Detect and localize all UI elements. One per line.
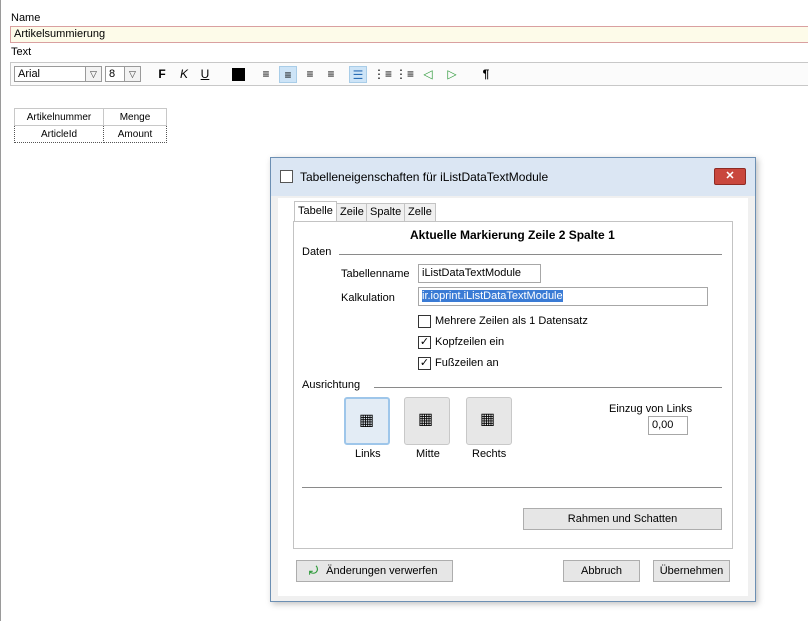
table-name-label: Tabellenname xyxy=(341,268,410,280)
calc-selected-text: ir.ioprint.iListDataTextModule xyxy=(422,290,563,302)
dialog-titlebar[interactable]: Tabelleneigenschaften für iListDataTextM… xyxy=(271,158,755,196)
table-preview[interactable]: Artikelnummer Menge ArticleId Amount xyxy=(14,108,167,143)
numbered-list-icon[interactable]: ⋮≡ xyxy=(395,66,414,83)
align-justify-icon[interactable]: ≡ xyxy=(322,66,340,83)
name-input[interactable]: Artikelsummierung xyxy=(10,26,808,43)
font-name-value: Arial xyxy=(18,68,41,80)
divider xyxy=(302,487,722,488)
indent-icon[interactable]: ▷ xyxy=(443,66,461,83)
calc-input[interactable]: ir.ioprint.iListDataTextModule xyxy=(418,287,708,306)
line-spacing-icon[interactable]: ☰ xyxy=(349,66,367,83)
calc-label: Kalkulation xyxy=(341,292,395,304)
table-row: Artikelnummer Menge xyxy=(14,108,167,126)
apply-button[interactable]: Übernehmen xyxy=(653,560,730,582)
window-border xyxy=(0,0,1,621)
discard-changes-label: Änderungen verwerfen xyxy=(326,565,438,577)
dialog-title: Tabelleneigenschaften für iListDataTextM… xyxy=(300,170,549,184)
section-align-label: Ausrichtung xyxy=(302,379,361,391)
text-toolbar: Arial ▽ 8 ▽ F K U ≡ ≡ ≡ ≡ ☰ ⋮≡ ⋮≡ ◁ ▷ ¶ xyxy=(10,62,808,86)
align-right-label: Rechts xyxy=(472,448,507,460)
border-shadow-button[interactable]: Rahmen und Schatten xyxy=(523,508,722,530)
discard-changes-button[interactable]: ⤾ Änderungen verwerfen xyxy=(296,560,453,582)
close-button[interactable]: ✕ xyxy=(714,168,746,185)
align-left-label: Links xyxy=(355,448,381,460)
cancel-button[interactable]: Abbruch xyxy=(563,560,640,582)
table-properties-dialog: Tabelleneigenschaften für iListDataTextM… xyxy=(270,157,756,602)
chevron-down-icon[interactable]: ▽ xyxy=(85,67,101,81)
current-selection-label: Aktuelle Markierung Zeile 2 Spalte 1 xyxy=(410,228,615,242)
header-rows-checkbox[interactable]: ✓ xyxy=(418,336,431,349)
undo-arrow-icon: ⤾ xyxy=(309,565,319,577)
align-center-label: Mitte xyxy=(416,448,440,460)
bullet-list-icon[interactable]: ⋮≡ xyxy=(373,66,392,83)
italic-button[interactable]: K xyxy=(175,66,193,83)
name-label: Name xyxy=(11,12,41,24)
tab-zeile[interactable]: Zeile xyxy=(336,203,368,221)
divider xyxy=(374,387,722,388)
tab-zelle[interactable]: Zelle xyxy=(404,203,436,221)
chevron-down-icon[interactable]: ▽ xyxy=(124,67,140,81)
paragraph-icon[interactable]: ¶ xyxy=(477,66,495,83)
align-left-icon[interactable]: ≡ xyxy=(257,66,275,83)
table-grid-icon: ▦ xyxy=(418,411,434,428)
outdent-icon[interactable]: ◁ xyxy=(419,66,437,83)
text-label: Text xyxy=(11,46,32,58)
table-row: ArticleId Amount xyxy=(14,125,167,143)
font-size-value: 8 xyxy=(109,68,116,80)
divider xyxy=(339,254,722,255)
section-data-label: Daten xyxy=(302,246,332,258)
table-name-input[interactable]: iListDataTextModule xyxy=(418,264,541,283)
data-cell[interactable]: Amount xyxy=(103,125,167,143)
window-icon xyxy=(280,170,293,183)
align-center-icon[interactable]: ≡ xyxy=(279,66,297,83)
bold-button[interactable]: F xyxy=(153,66,171,83)
footer-rows-checkbox[interactable]: ✓ xyxy=(418,357,431,370)
font-color-button[interactable] xyxy=(229,66,247,83)
footer-rows-label: Fußzeilen an xyxy=(435,357,499,369)
tab-spalte[interactable]: Spalte xyxy=(366,203,406,221)
indent-label: Einzug von Links xyxy=(609,403,693,415)
align-center-button[interactable]: ▦ xyxy=(404,397,450,445)
color-swatch-icon xyxy=(231,68,245,82)
table-grid-icon: ▦ xyxy=(359,412,375,429)
indent-input[interactable]: 0,00 xyxy=(648,416,688,435)
header-cell[interactable]: Artikelnummer xyxy=(14,108,104,126)
header-cell[interactable]: Menge xyxy=(103,108,167,126)
underline-button[interactable]: U xyxy=(196,66,214,83)
multi-row-checkbox[interactable] xyxy=(418,315,431,328)
align-right-icon[interactable]: ≡ xyxy=(301,66,319,83)
align-left-button[interactable]: ▦ xyxy=(344,397,390,445)
header-rows-label: Kopfzeilen ein xyxy=(435,336,505,348)
multi-row-label: Mehrere Zeilen als 1 Datensatz xyxy=(435,315,588,327)
font-size-select[interactable]: 8 ▽ xyxy=(105,66,141,82)
tab-tabelle[interactable]: Tabelle xyxy=(294,201,337,222)
table-grid-icon: ▦ xyxy=(480,411,496,428)
font-name-select[interactable]: Arial ▽ xyxy=(14,66,102,82)
data-cell[interactable]: ArticleId xyxy=(14,125,104,143)
align-right-button[interactable]: ▦ xyxy=(466,397,512,445)
